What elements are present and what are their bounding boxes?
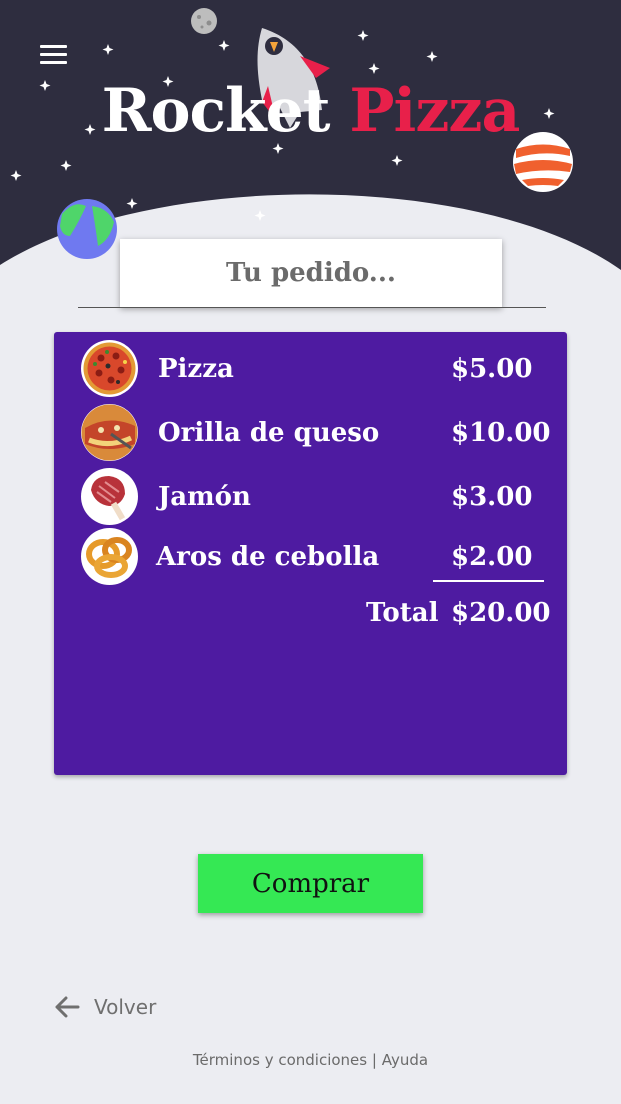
item-name: Jamón (158, 482, 251, 512)
pizza-icon (81, 340, 138, 397)
item-name: Orilla de queso (158, 418, 380, 448)
help-link[interactable]: Ayuda (382, 1051, 428, 1069)
onion-rings-icon (81, 528, 138, 585)
order-heading: Tu pedido... (226, 258, 396, 288)
item-name: Pizza (158, 354, 234, 384)
order-heading-card: Tu pedido... (120, 239, 502, 307)
app-title: Rocket Pizza (0, 76, 621, 146)
order-item: Pizza $5.00 (54, 340, 567, 400)
buy-button[interactable]: Comprar (198, 854, 423, 913)
order-item: Aros de cebolla $2.00 (54, 528, 567, 588)
menu-bar (40, 61, 67, 64)
back-label: Volver (94, 995, 157, 1019)
moon-icon (191, 8, 217, 34)
item-price: $3.00 (451, 482, 533, 512)
buy-button-label: Comprar (251, 868, 370, 899)
total-label: Total (366, 598, 439, 628)
item-price: $10.00 (451, 418, 551, 448)
order-items-panel: Pizza $5.00 Orilla de queso $10.00 Jamón… (54, 332, 567, 775)
app-title-pizza: Pizza (349, 76, 520, 146)
order-underline (78, 307, 546, 308)
order-item: Jamón $3.00 (54, 468, 567, 528)
item-name: Aros de cebolla (156, 542, 380, 572)
total-value: $20.00 (451, 598, 551, 628)
order-item: Orilla de queso $10.00 (54, 404, 567, 464)
terms-link[interactable]: Términos y condiciones (193, 1051, 367, 1069)
cheese-crust-icon (81, 404, 138, 461)
menu-bar (40, 53, 67, 56)
footer-separator: | (371, 1051, 377, 1069)
arrow-left-icon (55, 996, 80, 1018)
item-price: $2.00 (451, 542, 533, 572)
earth-planet-icon (57, 199, 117, 259)
item-price: $5.00 (451, 354, 533, 384)
hamburger-menu-button[interactable] (38, 42, 70, 66)
back-link[interactable]: Volver (52, 990, 156, 1024)
ham-icon (81, 468, 138, 525)
footer: Términos y condiciones | Ayuda (0, 1051, 621, 1069)
app-title-rocket: Rocket (101, 76, 331, 146)
total-divider (433, 580, 544, 582)
menu-bar (40, 45, 67, 48)
